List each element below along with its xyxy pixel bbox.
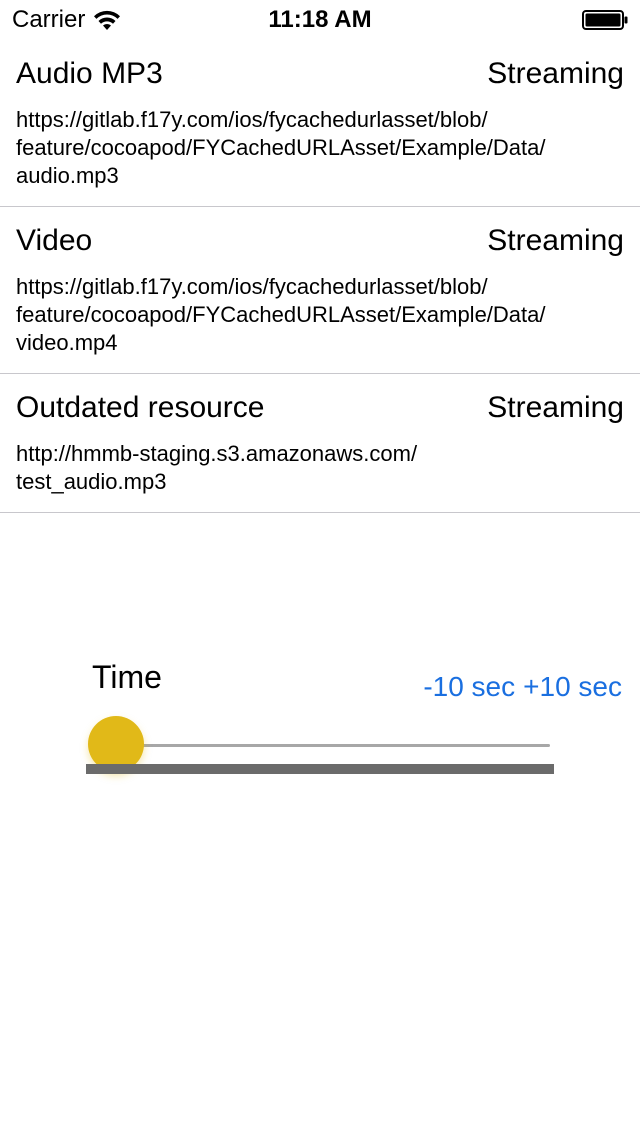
item-url: https://gitlab.f17y.com/ios/fycachedurla… xyxy=(16,106,616,190)
time-label: Time xyxy=(92,659,162,695)
item-title: Outdated resource xyxy=(16,391,265,424)
forward-10-button[interactable]: +10 sec xyxy=(523,670,622,704)
buffer-progress-bar xyxy=(86,764,554,774)
item-url: https://gitlab.f17y.com/ios/fycachedurla… xyxy=(16,273,616,357)
skip-buttons: -10 sec +10 sec xyxy=(423,670,622,704)
item-status: Streaming xyxy=(487,57,624,90)
player-controls: Time -10 sec +10 sec xyxy=(0,650,640,800)
slider-track xyxy=(110,744,550,747)
item-url-line: https://gitlab.f17y.com/ios/fycachedurla… xyxy=(16,274,488,299)
item-status: Streaming xyxy=(487,224,624,257)
list-item[interactable]: Audio MP3 Streaming https://gitlab.f17y.… xyxy=(0,40,640,207)
item-title: Video xyxy=(16,224,93,257)
item-title: Audio MP3 xyxy=(16,57,163,90)
status-bar: Carrier 11:18 AM xyxy=(0,0,640,40)
item-url-line: https://gitlab.f17y.com/ios/fycachedurla… xyxy=(16,107,488,132)
item-status: Streaming xyxy=(487,391,624,424)
list-item-header: Video Streaming xyxy=(16,223,624,259)
list-item-header: Audio MP3 Streaming xyxy=(16,56,624,92)
item-url-line: video.mp4 xyxy=(16,330,118,355)
item-url-line: test_audio.mp3 xyxy=(16,469,167,494)
buffer-progress-fill xyxy=(86,764,554,774)
asset-list: Audio MP3 Streaming https://gitlab.f17y.… xyxy=(0,40,640,513)
rewind-10-button[interactable]: -10 sec xyxy=(423,670,515,704)
battery-icon xyxy=(582,10,628,30)
clock: 11:18 AM xyxy=(268,6,372,33)
item-url: http://hmmb-staging.s3.amazonaws.com/ te… xyxy=(16,440,616,496)
item-url-line: feature/cocoapod/FYCachedURLAsset/Exampl… xyxy=(16,302,546,327)
list-item[interactable]: Video Streaming https://gitlab.f17y.com/… xyxy=(0,207,640,374)
item-url-line: feature/cocoapod/FYCachedURLAsset/Exampl… xyxy=(16,135,546,160)
list-item-header: Outdated resource Streaming xyxy=(16,390,624,426)
item-url-line: audio.mp3 xyxy=(16,163,119,188)
item-url-line: http://hmmb-staging.s3.amazonaws.com/ xyxy=(16,441,418,466)
list-item[interactable]: Outdated resource Streaming http://hmmb-… xyxy=(0,374,640,513)
